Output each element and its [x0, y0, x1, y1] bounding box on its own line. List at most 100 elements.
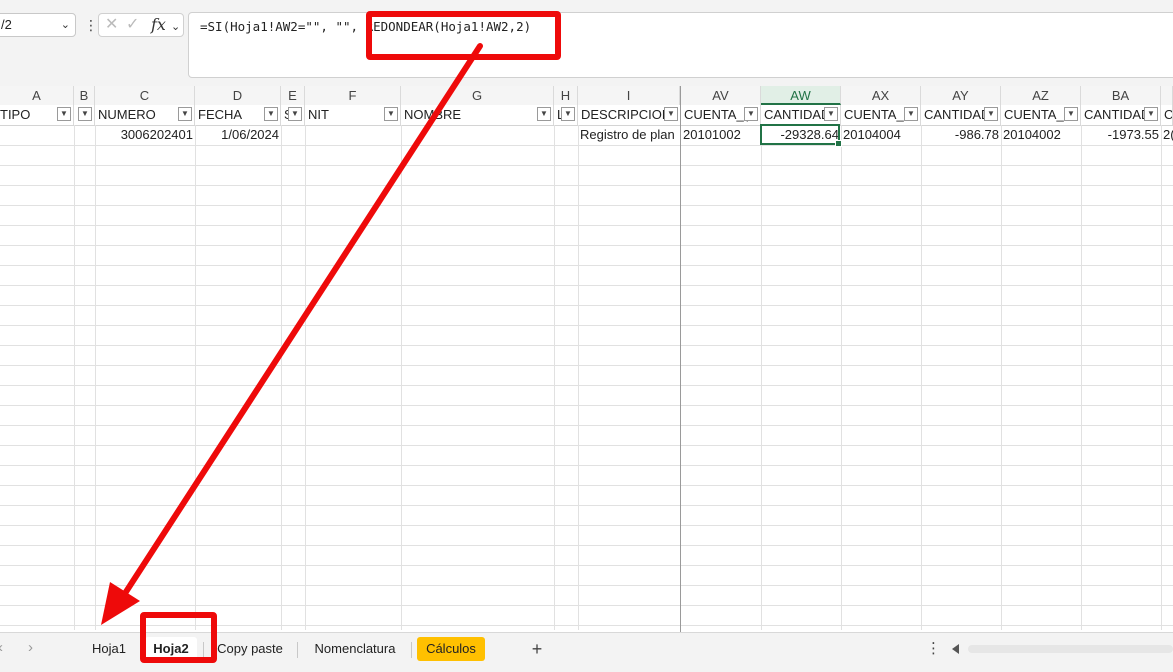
column-header-c[interactable]: C [95, 86, 195, 105]
tab-divider [297, 642, 298, 658]
column-header-d[interactable]: D [195, 86, 281, 105]
column-header-h[interactable]: H [554, 86, 578, 105]
cell-descripcion[interactable]: Registro de plan [578, 125, 681, 145]
tab-hoja1[interactable]: Hoja1 [80, 637, 138, 661]
chevron-down-icon[interactable]: ⌄ [61, 14, 70, 36]
header-cell-b[interactable]: ▼ [74, 105, 95, 125]
header-cell-nit[interactable]: NIT ▼ [305, 105, 401, 125]
cell-ax[interactable]: 20104004 [841, 125, 921, 145]
tab-nomenclatura[interactable]: Nomenclatura [303, 637, 407, 661]
filter-dropdown-icon[interactable]: ▼ [1064, 107, 1078, 121]
cell-fecha[interactable]: 1/06/2024 [195, 125, 281, 145]
header-label: NOMBRE [404, 107, 462, 122]
cell-az[interactable]: 20104002 [1001, 125, 1081, 145]
header-label: C [1164, 107, 1173, 122]
column-header-ba[interactable]: BA [1081, 86, 1161, 105]
tab-copy-paste[interactable]: Copy paste [208, 637, 292, 661]
tab-highlight-box [140, 612, 217, 663]
column-headers: A B C D E F G H I AV AW AX AY AZ BA [0, 86, 1173, 106]
active-cell-selection[interactable] [760, 124, 842, 147]
column-header-g[interactable]: G [401, 86, 554, 105]
table-header-row: TIPO ▼ ▼ NUMERO ▼ FECHA ▼ S▼ NIT ▼ NOMBRE ▼ L… [0, 105, 1173, 126]
header-label: TIPO [0, 107, 31, 122]
header-label: CANTIDAD [924, 107, 991, 122]
filter-dropdown-icon[interactable]: ▼ [537, 107, 551, 121]
filter-dropdown-icon[interactable]: ▼ [561, 107, 575, 121]
filter-dropdown-icon[interactable]: ▼ [384, 107, 398, 121]
more-options-icon[interactable]: ⋮ [926, 639, 941, 657]
column-header-e[interactable]: E [281, 86, 305, 105]
filter-dropdown-icon[interactable]: ▼ [984, 107, 998, 121]
column-header-av[interactable]: AV [681, 86, 761, 105]
scroll-right-icon[interactable]: › [28, 639, 33, 656]
formula-highlight-box [366, 11, 561, 60]
filter-dropdown-icon[interactable]: ▼ [664, 107, 678, 121]
column-header-ay[interactable]: AY [921, 86, 1001, 105]
header-label: CUENTA_1 [1004, 107, 1071, 122]
filter-dropdown-icon[interactable]: ▼ [1144, 107, 1158, 121]
cell-bb[interactable]: 2( [1161, 125, 1173, 145]
filter-dropdown-icon[interactable]: ▼ [288, 107, 302, 121]
header-label: NIT [308, 107, 329, 122]
header-cell-ax[interactable]: CUENTA_1 ▼ [841, 105, 921, 125]
formula-buttons: ✕ ✓ fx ⌄ [98, 13, 184, 37]
fill-handle[interactable] [835, 140, 842, 147]
add-sheet-button[interactable]: + [525, 637, 549, 661]
header-cell-av[interactable]: CUENTA_(▼ [681, 105, 761, 125]
header-cell-ba[interactable]: CANTIDAD ▼ [1081, 105, 1161, 125]
header-cell-aw[interactable]: CANTIDAD ▼ [761, 105, 841, 125]
header-cell-descripcion[interactable]: DESCRIPCION ▼ [578, 105, 681, 125]
filter-dropdown-icon[interactable]: ▼ [744, 107, 758, 121]
column-header-i[interactable]: I [578, 86, 680, 105]
header-cell-bb[interactable]: C [1161, 105, 1173, 125]
insert-function-icon[interactable]: fx [151, 16, 166, 34]
name-box-value: /2 [1, 17, 12, 32]
header-cell-az[interactable]: CUENTA_1 ▼ [1001, 105, 1081, 125]
header-label: NUMERO [98, 107, 156, 122]
scroll-left-icon[interactable]: ‹ [0, 639, 3, 656]
header-label: DESCRIPCION [581, 107, 672, 122]
filter-dropdown-icon[interactable]: ▼ [178, 107, 192, 121]
check-icon[interactable]: ✓ [126, 16, 139, 34]
status-bar [0, 664, 1173, 672]
header-cell-numero[interactable]: NUMERO ▼ [95, 105, 195, 125]
tab-divider [411, 642, 412, 658]
cell-ay[interactable]: -986.78 [921, 125, 1001, 145]
filter-dropdown-icon[interactable]: ▼ [824, 107, 838, 121]
filter-dropdown-icon[interactable]: ▼ [904, 107, 918, 121]
header-label: CANTIDAD [1084, 107, 1151, 122]
cell-grid [0, 125, 1173, 630]
header-label: CUENTA_( [684, 107, 749, 122]
header-cell-nombre[interactable]: NOMBRE ▼ [401, 105, 554, 125]
formula-input[interactable]: =SI(Hoja1!AW2="", "", REDONDEAR(Hoja1!AW… [188, 12, 1173, 78]
header-cell-e[interactable]: S▼ [281, 105, 305, 125]
tab-calculos[interactable]: Cálculos [417, 637, 485, 661]
cell-numero[interactable]: 3006202401 [95, 125, 195, 145]
filter-dropdown-icon[interactable]: ▼ [264, 107, 278, 121]
horizontal-scrollbar[interactable] [950, 642, 1173, 656]
filter-dropdown-icon[interactable]: ▼ [78, 107, 92, 121]
cell-av[interactable]: 20101002 [681, 125, 761, 145]
name-box[interactable]: /2 ⌄ [0, 13, 76, 37]
column-header-a[interactable]: A [0, 86, 74, 105]
column-header-az[interactable]: AZ [1001, 86, 1081, 105]
cancel-icon[interactable]: ✕ [105, 16, 118, 34]
filter-dropdown-icon[interactable]: ▼ [57, 107, 71, 121]
column-header-f[interactable]: F [305, 86, 401, 105]
header-label: FECHA [198, 107, 243, 122]
column-header-bb[interactable] [1161, 86, 1173, 105]
header-label: CUENTA_1 [844, 107, 911, 122]
more-options-icon[interactable]: ⋮ [84, 16, 98, 34]
header-cell-fecha[interactable]: FECHA ▼ [195, 105, 281, 125]
header-label: CANTIDAD [764, 107, 831, 122]
header-cell-h[interactable]: L▼ [554, 105, 578, 125]
freeze-pane-line [680, 86, 681, 632]
header-cell-tipo[interactable]: TIPO ▼ [0, 105, 74, 125]
column-header-b[interactable]: B [74, 86, 95, 105]
column-header-ax[interactable]: AX [841, 86, 921, 105]
column-header-aw[interactable]: AW [761, 86, 841, 105]
expand-icon[interactable]: ⌄ [171, 18, 180, 36]
header-cell-ay[interactable]: CANTIDAD ▼ [921, 105, 1001, 125]
cell-ba[interactable]: -1973.55 [1081, 125, 1161, 145]
formula-bar-area: /2 ⌄ ⋮ ✕ ✓ fx ⌄ =SI(Hoja1!AW2="", "", RE… [0, 0, 1173, 86]
